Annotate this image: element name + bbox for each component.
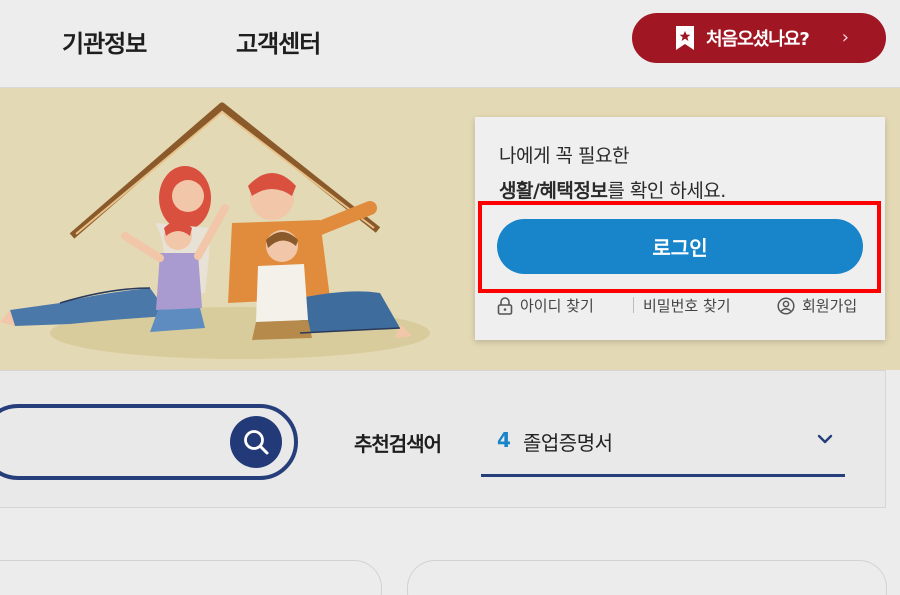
search-input[interactable] <box>14 428 194 458</box>
bookmark-icon <box>676 26 694 50</box>
chevron-right-icon: › <box>841 27 849 48</box>
login-button[interactable]: 로그인 <box>497 219 863 274</box>
user-circle-icon <box>777 296 795 315</box>
chevron-down-icon[interactable] <box>815 429 835 449</box>
content-card-left[interactable] <box>0 560 382 595</box>
search-box <box>0 404 298 480</box>
login-message-line2: 생활/혜택정보를 확인 하세요. <box>499 176 726 203</box>
search-icon <box>244 430 269 455</box>
site-header: 기관정보 고객센터 처음오셨나요? › <box>0 0 900 88</box>
login-card: 나에게 꼭 필요한 생활/혜택정보를 확인 하세요. 로그인 아이디 찾기 비밀… <box>475 117 885 340</box>
find-password-link[interactable]: 비밀번호 찾기 <box>633 295 731 316</box>
recommended-rank: 4 <box>497 428 511 452</box>
login-message-line1: 나에게 꼭 필요한 <box>499 145 629 167</box>
search-section: 추천검색어 4 졸업증명서 <box>0 370 886 508</box>
nav-agency-info[interactable]: 기관정보 <box>62 24 147 59</box>
signup-label: 회원가입 <box>802 297 858 315</box>
content-card-right[interactable] <box>407 560 887 595</box>
login-message-rest: 를 확인 하세요. <box>607 180 726 202</box>
find-password-label: 비밀번호 찾기 <box>643 297 731 315</box>
recommended-keyword-select[interactable]: 4 졸업증명서 <box>481 419 845 477</box>
account-links: 아이디 찾기 비밀번호 찾기 회원가입 <box>497 295 863 317</box>
search-button[interactable] <box>230 416 282 468</box>
recommended-term[interactable]: 졸업증명서 <box>523 427 613 456</box>
login-message-emphasis: 생활/혜택정보 <box>499 180 608 202</box>
recommended-label: 추천검색어 <box>354 432 442 456</box>
nav-customer-center[interactable]: 고객센터 <box>236 24 321 59</box>
first-visit-label: 처음오셨나요? <box>706 29 810 50</box>
lock-icon <box>497 296 513 315</box>
find-id-label: 아이디 찾기 <box>520 297 594 315</box>
find-id-link[interactable]: 아이디 찾기 <box>497 295 594 316</box>
signup-link[interactable]: 회원가입 <box>777 295 857 316</box>
first-visit-button[interactable]: 처음오셨나요? › <box>632 13 886 63</box>
